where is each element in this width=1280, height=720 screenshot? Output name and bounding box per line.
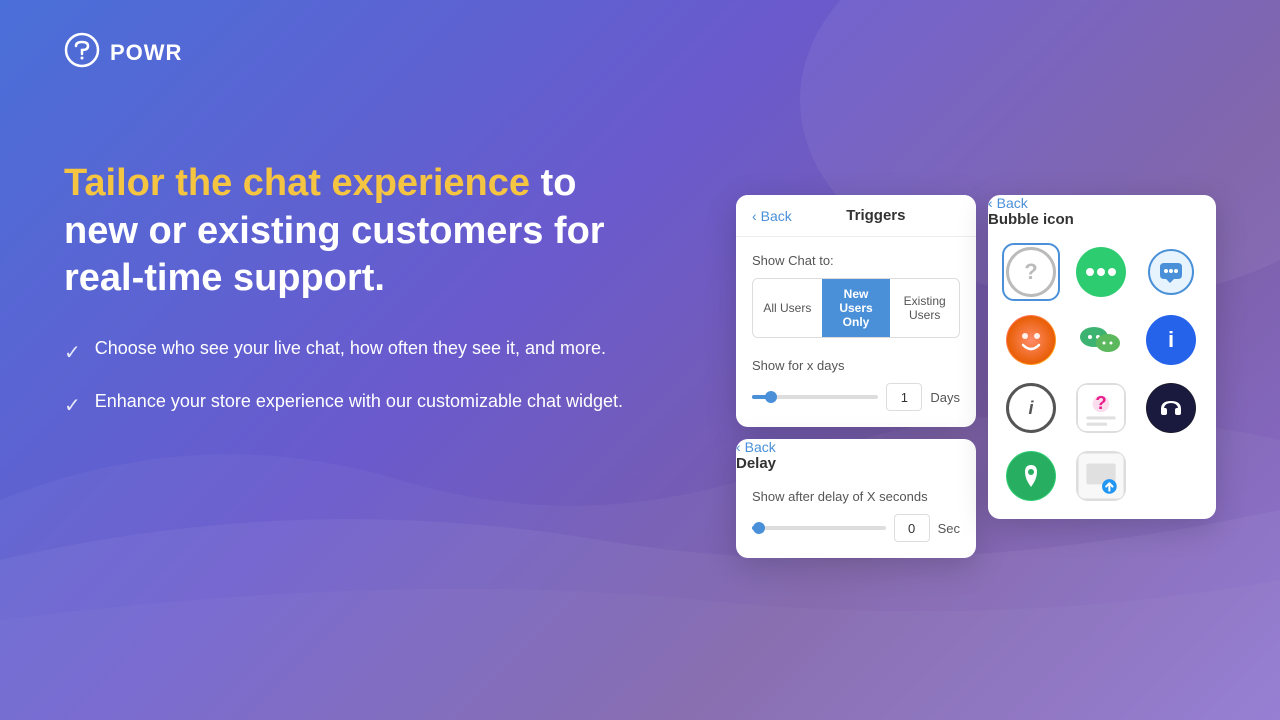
- delay-back-button[interactable]: ‹ Back: [736, 439, 976, 455]
- show-for-label: Show for x days: [752, 358, 960, 373]
- wechat-icon: [1076, 315, 1126, 365]
- brand-name: POWR: [110, 40, 182, 66]
- delay-panel: ‹ Back Delay Show after delay of X secon…: [736, 439, 976, 558]
- upload-icon: [1076, 451, 1126, 501]
- bubble-icon-headset[interactable]: [1142, 379, 1200, 437]
- days-slider-track[interactable]: [752, 395, 878, 399]
- triggers-back-label: Back: [761, 208, 792, 224]
- delay-back-label: Back: [745, 439, 776, 455]
- triggers-panel-header: ‹ Back Triggers: [736, 195, 976, 237]
- smiley-icon: [1006, 315, 1056, 365]
- bubble-panel: ‹ Back Bubble icon ?: [988, 195, 1216, 519]
- check-icon-2: ✓: [64, 391, 81, 421]
- triggers-panel: ‹ Back Triggers Show Chat to: All Users …: [736, 195, 976, 427]
- trigger-sub-panels: ‹ Back Triggers Show Chat to: All Users …: [736, 195, 976, 558]
- triggers-back-button[interactable]: ‹ Back: [752, 208, 792, 224]
- logo-icon: [64, 32, 100, 73]
- left-content: Tailor the chat experience to new or exi…: [64, 160, 644, 421]
- bubble-icon-upload[interactable]: [1072, 447, 1130, 505]
- header: POWR: [64, 32, 182, 73]
- bubble-back-button[interactable]: ‹ Back: [988, 195, 1216, 211]
- delay-unit-label: Sec: [938, 521, 960, 536]
- info-blue-icon: i: [1146, 315, 1196, 365]
- delay-panel-body: Show after delay of X seconds 0 Sec: [736, 473, 976, 558]
- headline: Tailor the chat experience to new or exi…: [64, 160, 644, 303]
- bubble-icon-speech-bubble[interactable]: [1142, 243, 1200, 301]
- days-value-box: 1: [886, 383, 922, 411]
- feature-item-1: ✓ Choose who see your live chat, how oft…: [64, 335, 644, 368]
- triggers-back-chevron: ‹: [752, 208, 757, 224]
- delay-panel-header: ‹ Back Delay: [736, 439, 976, 473]
- bubble-icon-grid: ?: [988, 229, 1216, 519]
- question-pink-icon: ?: [1076, 383, 1126, 433]
- days-slider-row: 1 Days: [752, 383, 960, 411]
- triggers-panel-body: Show Chat to: All Users New Users Only E…: [736, 237, 976, 427]
- feature-text-2: Enhance your store experience with our c…: [95, 388, 623, 415]
- feature-text-1: Choose who see your live chat, how often…: [95, 335, 606, 362]
- question-outline-icon: ?: [1006, 247, 1056, 297]
- bubble-icon-info-outline[interactable]: i: [1002, 379, 1060, 437]
- delay-slider-track[interactable]: [752, 526, 886, 530]
- delay-panel-title: Delay: [736, 455, 776, 472]
- panels-container: ‹ Back Triggers Show Chat to: All Users …: [736, 195, 1216, 558]
- speech-bubble-icon: [1146, 247, 1196, 297]
- bubble-icon-wechat[interactable]: [1072, 311, 1130, 369]
- location-icon: [1006, 451, 1056, 501]
- bubble-icon-smiley[interactable]: [1002, 311, 1060, 369]
- svg-text:?: ?: [1095, 392, 1106, 413]
- show-chat-toggle-group: All Users New Users Only Existing Users: [752, 278, 960, 338]
- bubble-icon-question-pink[interactable]: ?: [1072, 379, 1130, 437]
- delay-back-chevron: ‹: [736, 439, 741, 455]
- bubble-icon-location[interactable]: [1002, 447, 1060, 505]
- show-for-days-section: Show for x days 1 Days: [752, 358, 960, 411]
- green-dots-icon: [1076, 247, 1126, 297]
- info-outline-icon: i: [1006, 383, 1056, 433]
- bubble-icon-question-outline[interactable]: ?: [1002, 243, 1060, 301]
- bubble-icon-green-dots[interactable]: [1072, 243, 1130, 301]
- toggle-all-users[interactable]: All Users: [753, 279, 822, 337]
- bubble-panel-title: Bubble icon: [988, 211, 1074, 228]
- triggers-panel-title: Triggers: [792, 207, 960, 224]
- days-slider-thumb[interactable]: [765, 391, 777, 403]
- feature-list: ✓ Choose who see your live chat, how oft…: [64, 335, 644, 421]
- delay-slider-row: 0 Sec: [752, 514, 960, 542]
- show-after-label: Show after delay of X seconds: [752, 489, 960, 504]
- toggle-new-users[interactable]: New Users Only: [822, 279, 891, 337]
- delay-slider-thumb[interactable]: [753, 522, 765, 534]
- show-chat-label: Show Chat to:: [752, 253, 960, 268]
- headset-icon: [1146, 383, 1196, 433]
- check-icon-1: ✓: [64, 338, 81, 368]
- bubble-back-chevron: ‹: [988, 195, 993, 211]
- headline-highlight: Tailor the chat experience: [64, 162, 530, 204]
- feature-item-2: ✓ Enhance your store experience with our…: [64, 388, 644, 421]
- toggle-existing-users[interactable]: Existing Users: [890, 279, 959, 337]
- bubble-panel-header: ‹ Back Bubble icon: [988, 195, 1216, 229]
- bubble-back-label: Back: [997, 195, 1028, 211]
- days-unit-label: Days: [930, 390, 960, 405]
- delay-value-box: 0: [894, 514, 930, 542]
- bubble-icon-info-blue[interactable]: i: [1142, 311, 1200, 369]
